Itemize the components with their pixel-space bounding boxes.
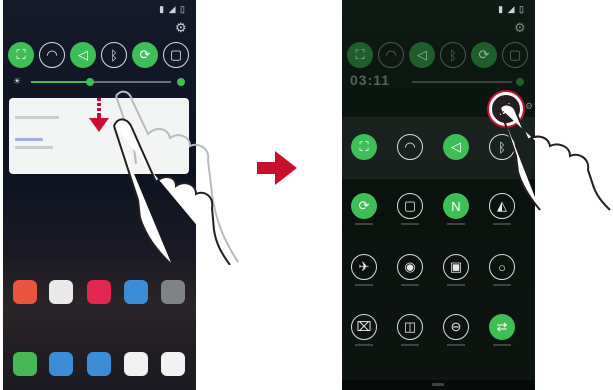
rotate-icon[interactable]: ⟳ <box>132 42 158 68</box>
contacts-app-icon[interactable] <box>124 352 148 376</box>
dimmed-auto-brightness-toggle <box>516 78 524 86</box>
play-store-icon[interactable] <box>49 280 73 304</box>
brightness-slider-fill <box>31 81 90 83</box>
airplane-icon[interactable]: ✈ <box>351 254 377 280</box>
quick-settings-row: ⛶ ◠ ◁ ᛒ ⟳ ▢ <box>3 40 196 70</box>
nfc-icon[interactable]: N <box>443 193 469 219</box>
mute-icon[interactable]: ⌧ <box>351 314 377 340</box>
app-icon[interactable] <box>87 280 111 304</box>
tile-label-placeholder <box>482 223 522 225</box>
partial-gear-icon: ⚙ <box>525 101 534 111</box>
screen-capture-icon[interactable]: ⛶ <box>8 42 34 68</box>
tile-label-placeholder <box>482 344 522 346</box>
tile-label-placeholder <box>436 344 476 346</box>
screen-capture-icon[interactable]: ⛶ <box>347 42 373 68</box>
chrome-app-icon[interactable] <box>161 352 185 376</box>
tile-label-placeholder <box>436 284 476 286</box>
notification-text-placeholder <box>15 146 53 149</box>
auto-brightness-toggle[interactable] <box>177 78 185 86</box>
clock-time: 03:11 <box>350 72 391 88</box>
camera-app-icon[interactable] <box>87 352 111 376</box>
nav-home-indicator[interactable] <box>432 383 444 386</box>
rotate-icon[interactable]: ⟳ <box>351 193 377 219</box>
tile-label-placeholder <box>390 344 430 346</box>
status-bar-icons: ▮ ◢ ▯ <box>159 4 186 14</box>
tile-label-placeholder <box>344 284 384 286</box>
settings-app-icon[interactable] <box>161 280 185 304</box>
pencil-icon <box>499 103 512 116</box>
hotspot-icon[interactable]: ◉ <box>397 254 423 280</box>
tile-label-placeholder <box>436 223 476 225</box>
bluetooth-icon[interactable]: ᛒ <box>440 42 466 68</box>
notification-title-placeholder <box>15 116 59 119</box>
tile-label-placeholder <box>390 223 430 225</box>
sound-icon[interactable]: ◁ <box>443 134 469 160</box>
tile-label-placeholder <box>344 223 384 225</box>
tile-label-placeholder <box>390 284 430 286</box>
messages-app-icon[interactable] <box>49 352 73 376</box>
wifi-icon[interactable]: ◠ <box>39 42 65 68</box>
app-icon[interactable] <box>124 280 148 304</box>
dual-window-icon[interactable]: ◫ <box>397 314 423 340</box>
status-bar-icons: ▮ ◢ ▯ <box>498 4 525 14</box>
app-icon[interactable] <box>13 280 37 304</box>
sync-icon[interactable]: ⇄ <box>489 314 515 340</box>
bluetooth-icon[interactable]: ᛒ <box>489 134 515 160</box>
tile-label-placeholder <box>344 344 384 346</box>
notification-app-placeholder <box>15 138 43 141</box>
swipe-down-arrow-icon <box>89 98 109 132</box>
bluetooth-icon[interactable]: ᛒ <box>101 42 127 68</box>
wifi-icon[interactable]: ◠ <box>378 42 404 68</box>
left-phone-screen: ▮ ◢ ▯ ⚙ ⛶ ◠ ◁ ᛒ ⟳ ▢ ☀ <box>3 0 196 390</box>
ring-icon[interactable]: ○ <box>489 254 515 280</box>
screen-capture-icon[interactable]: ⛶ <box>351 134 377 160</box>
right-phone-screen: ▮ ◢ ▯ ⚙ ⛶ ◠ ◁ ᛒ ⟳ ▢ 03:11 ⛶ ◠ ◁ ᛒ ⟳ ▢ N ◭ ✈ ◉ ▣ ○ ⌧ ◫ ⊖ ⇄ ⚙ <box>342 0 535 390</box>
brightness-slider[interactable] <box>31 78 171 86</box>
no-sim-icon[interactable]: ▢ <box>397 193 423 219</box>
battery-saver-icon[interactable]: ▣ <box>443 254 469 280</box>
settings-gear-icon[interactable]: ⚙ <box>514 20 526 36</box>
phone-app-icon[interactable] <box>13 352 37 376</box>
transition-arrow-icon <box>257 151 297 185</box>
edit-quick-settings-button[interactable] <box>489 92 523 126</box>
rotate-icon[interactable]: ⟳ <box>471 42 497 68</box>
quick-settings-top-row: ⛶ ◠ ◁ ᛒ <box>342 134 535 164</box>
brightness-low-icon: ☀ <box>13 76 22 86</box>
settings-gear-icon[interactable]: ⚙ <box>175 20 187 36</box>
nfc-icon[interactable]: ▢ <box>163 42 189 68</box>
nfc-icon[interactable]: ▢ <box>502 42 528 68</box>
dnd-icon[interactable]: ⊖ <box>443 314 469 340</box>
sound-icon[interactable]: ◁ <box>70 42 96 68</box>
brightness-slider-knob[interactable] <box>85 78 94 86</box>
wifi-icon[interactable]: ◠ <box>397 134 423 160</box>
sound-icon[interactable]: ◁ <box>409 42 435 68</box>
dimmed-quick-settings-row: ⛶ ◠ ◁ ᛒ ⟳ ▢ <box>342 40 535 70</box>
flashlight-icon[interactable]: ◭ <box>489 193 515 219</box>
tile-label-placeholder <box>482 284 522 286</box>
navigation-bar <box>342 380 535 390</box>
dimmed-brightness-slider <box>412 81 512 83</box>
